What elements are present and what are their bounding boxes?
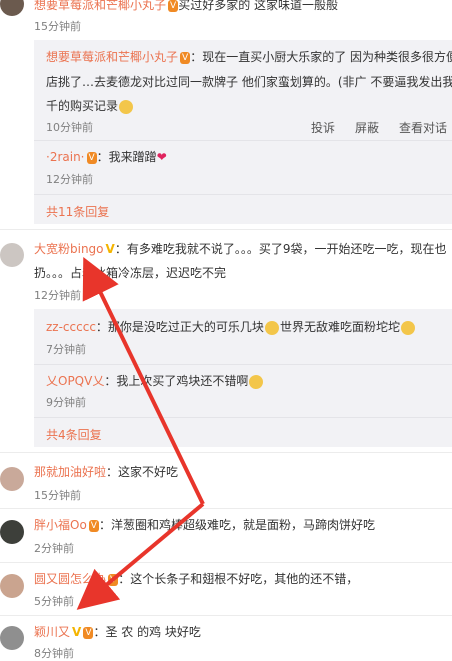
annotation-arrows [76,257,205,610]
arrow-down-icon [76,502,205,610]
arrow-up-icon [82,257,205,505]
